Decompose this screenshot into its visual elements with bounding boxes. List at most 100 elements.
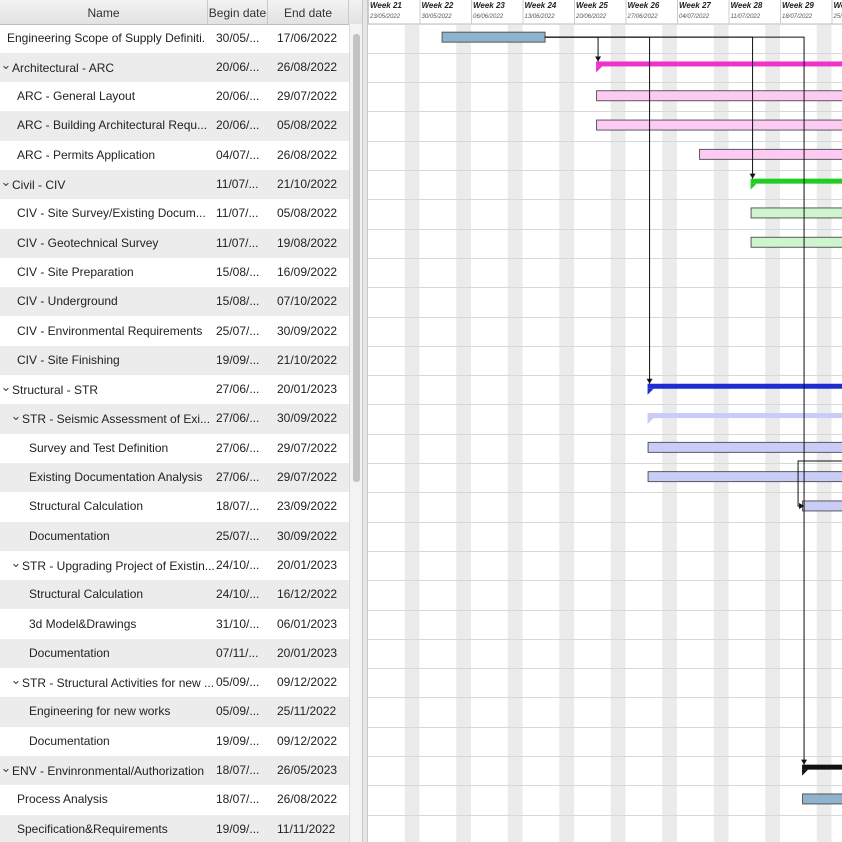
- task-row[interactable]: ⌄Civil - CIV 11/07/... 21/10/2022: [0, 170, 349, 200]
- task-end-cell: 16/09/2022: [277, 264, 338, 279]
- task-begin-cell: 18/07/...: [216, 763, 260, 777]
- task-begin-cell: 27/06/...: [216, 411, 260, 426]
- task-name-cell: ARC - Building Architectural Requ...: [0, 111, 215, 140]
- task-begin-cell: 27/06/...: [216, 470, 260, 484]
- column-header-begin-date[interactable]: Begin date: [208, 0, 268, 24]
- dependency-arrowhead: [801, 759, 808, 765]
- task-row[interactable]: ⌄Structural - STR 27/06/... 20/01/2023: [0, 375, 349, 404]
- task-row[interactable]: Specification&Requirements 19/09/... 11/11…: [0, 814, 349, 842]
- task-row[interactable]: CIV - Geotechnical Survey 11/07/... 19/08/…: [0, 228, 349, 258]
- column-header-end-date[interactable]: End date: [268, 0, 349, 24]
- task-row[interactable]: 3d Model&Drawings 31/10/... 06/01/2023: [0, 610, 349, 639]
- gantt-canvas: Week 21 23/05/2022 Week 22 30/05/2022 Week 2…: [368, 0, 842, 842]
- summary-bar-cap: [647, 388, 654, 395]
- task-row[interactable]: Existing Documentation Analysis 27/06/...…: [0, 463, 349, 493]
- summary-bar: [647, 413, 842, 419]
- task-row[interactable]: Process Analysis 18/07/... 26/08/2022: [0, 785, 349, 814]
- expand-chevron-icon[interactable]: ⌄: [10, 404, 22, 430]
- task-name-label: ENV - Envinronmental/Authorization: [12, 764, 205, 778]
- task-row[interactable]: Survey and Test Definition 27/06/... 29/07…: [0, 434, 349, 463]
- task-bar: [750, 207, 842, 219]
- expand-chevron-icon[interactable]: ⌄: [0, 53, 12, 79]
- task-row[interactable]: Structural Calculation 24/10/... 16/12/202…: [0, 580, 349, 610]
- task-begin-cell: 20/06/...: [216, 89, 260, 104]
- week-label: Week 24: [525, 1, 557, 10]
- scrollbar-thumb[interactable]: [353, 34, 360, 482]
- task-row[interactable]: CIV - Environmental Requirements 25/07/..…: [0, 317, 349, 346]
- task-begin-cell: 05/09/...: [216, 704, 260, 719]
- task-grid: Name Begin date End date Engineering Sco…: [0, 0, 362, 842]
- task-row[interactable]: ARC - Permits Application 04/07/... 26/08/…: [0, 141, 349, 170]
- task-row[interactable]: ARC - Building Architectural Requ... 20/0…: [0, 111, 349, 141]
- task-end-cell: 29/07/2022: [277, 89, 338, 104]
- task-begin-cell: 27/06/...: [216, 382, 260, 397]
- vertical-scrollbar[interactable]: [349, 24, 362, 842]
- task-begin-cell: 11/07/...: [216, 235, 259, 250]
- gantt-chart: Week 21 23/05/2022 Week 22 30/05/2022 Week 2…: [368, 0, 842, 842]
- task-name-cell: ⌄Structural - STR: [0, 375, 205, 404]
- task-row[interactable]: ⌄Architectural - ARC 20/06/... 26/08/2022: [0, 52, 349, 83]
- task-row[interactable]: CIV - Site Preparation 15/08/... 16/09/202…: [0, 258, 349, 287]
- task-row[interactable]: CIV - Site Survey/Existing Docum... 11/07…: [0, 199, 349, 228]
- expand-chevron-icon[interactable]: ⌄: [0, 756, 12, 782]
- task-row[interactable]: Engineering Scope of Supply Definiti... 3…: [0, 24, 349, 53]
- task-name-label: Specification&Requirements: [17, 821, 168, 836]
- task-row[interactable]: Documentation 07/11/... 20/01/2023: [0, 638, 349, 669]
- task-begin-cell: 11/07/...: [216, 206, 259, 221]
- task-end-cell: 23/09/2022: [277, 499, 338, 514]
- task-begin-cell: 19/09/...: [216, 352, 260, 367]
- task-begin-cell: 27/06/...: [216, 440, 260, 455]
- task-name-cell: CIV - Geotechnical Survey: [0, 229, 215, 258]
- week-date: 04/07/2022: [679, 14, 710, 20]
- task-row[interactable]: ⌄STR - Upgrading Project of Existin... 24…: [0, 551, 349, 580]
- task-bar: [441, 31, 546, 43]
- summary-bar-cap: [750, 183, 757, 190]
- task-name-cell: Specification&Requirements: [0, 815, 215, 842]
- task-name-cell: ⌄ENV - Envinronmental/Authorization: [0, 756, 205, 785]
- task-begin-cell: 30/05/...: [216, 30, 260, 45]
- task-row[interactable]: ⌄STR - Seismic Assessment of Exi... 27/06…: [0, 404, 349, 434]
- task-name-cell: Survey and Test Definition: [0, 434, 227, 463]
- task-row[interactable]: Engineering for new works 05/09/... 25/11/…: [0, 697, 349, 727]
- expand-chevron-icon[interactable]: ⌄: [0, 375, 12, 401]
- task-name-label: CIV - Site Finishing: [17, 352, 120, 367]
- column-header-name[interactable]: Name: [0, 0, 208, 24]
- task-name-label: Engineering Scope of Supply Definiti...: [7, 30, 205, 45]
- task-name-label: Documentation: [29, 528, 110, 543]
- task-row[interactable]: Structural Calculation 18/07/... 23/09/202…: [0, 492, 349, 521]
- task-end-cell: 26/08/2022: [277, 59, 338, 74]
- task-name-label: ARC - Building Architectural Requ...: [17, 118, 208, 133]
- task-row[interactable]: ⌄STR - Structural Activities for new ...…: [0, 668, 349, 697]
- week-date: 30/05/2022: [422, 14, 453, 20]
- task-row[interactable]: CIV - Underground 15/08/... 07/10/2022: [0, 287, 349, 317]
- task-end-cell: 17/06/2022: [277, 30, 338, 45]
- dependency-arrowhead: [749, 173, 756, 179]
- task-name-label: STR - Seismic Assessment of Exi...: [22, 412, 211, 427]
- task-end-cell: 05/08/2022: [277, 118, 338, 133]
- week-label: Week 25: [576, 1, 608, 10]
- summary-bar-cap: [596, 66, 603, 73]
- week-label: We: [834, 1, 842, 10]
- task-name-cell: ARC - General Layout: [0, 82, 215, 111]
- task-name-label: Engineering for new works: [29, 704, 171, 719]
- task-name-label: CIV - Geotechnical Survey: [17, 235, 159, 250]
- expand-chevron-icon[interactable]: ⌄: [10, 668, 22, 694]
- task-begin-cell: 19/09/...: [216, 821, 260, 836]
- expand-chevron-icon[interactable]: ⌄: [10, 551, 22, 577]
- task-row[interactable]: CIV - Site Finishing 19/09/... 21/10/2022: [0, 345, 349, 376]
- weekend-band: [559, 24, 574, 842]
- task-row[interactable]: Documentation 19/09/... 09/12/2022: [0, 727, 349, 756]
- task-bar: [647, 441, 842, 453]
- task-name-cell: ⌄STR - Seismic Assessment of Exi...: [0, 404, 215, 433]
- task-end-cell: 19/08/2022: [277, 235, 338, 250]
- week-label: Week 26: [628, 1, 660, 10]
- task-bar: [802, 500, 842, 512]
- task-row[interactable]: Documentation 25/07/... 30/09/2022: [0, 521, 349, 551]
- task-row[interactable]: ARC - General Layout 20/06/... 29/07/2022: [0, 82, 349, 111]
- task-bar: [596, 90, 842, 102]
- task-row[interactable]: ⌄ENV - Envinronmental/Authorization 18/07…: [0, 756, 349, 786]
- expand-chevron-icon[interactable]: ⌄: [0, 170, 12, 196]
- task-name-label: Documentation: [29, 645, 110, 660]
- dependency-arrowhead: [646, 378, 653, 384]
- task-end-cell: 09/12/2022: [277, 733, 338, 748]
